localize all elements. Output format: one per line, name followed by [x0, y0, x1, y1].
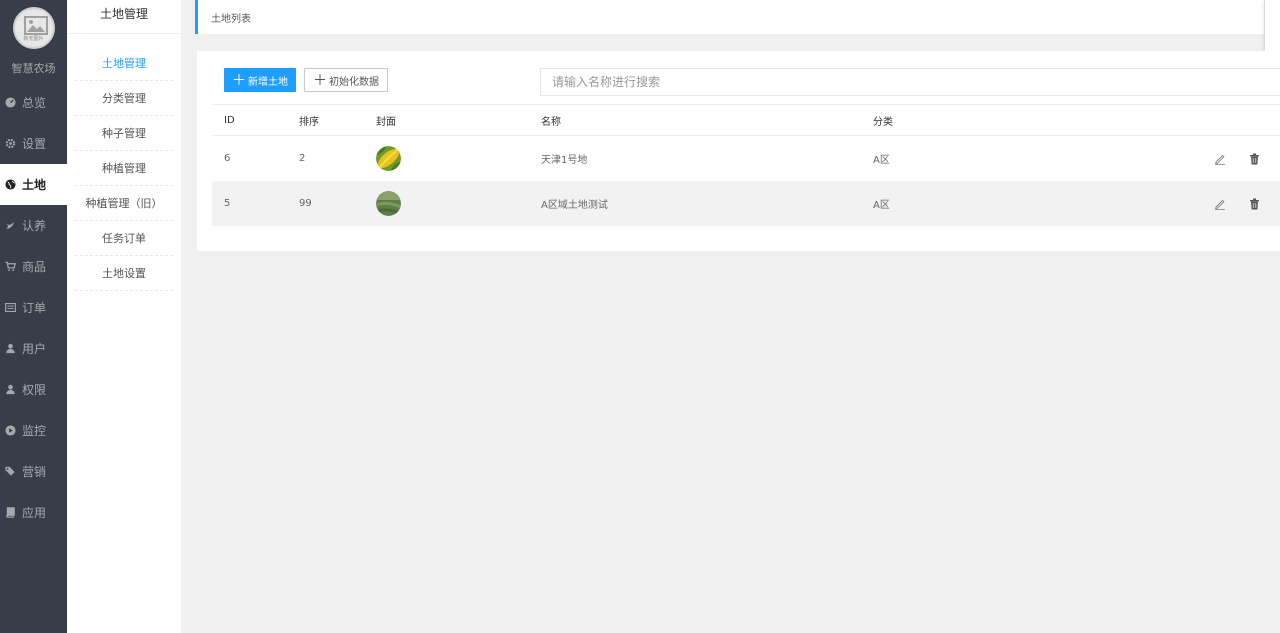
- nav-label: 权限: [22, 383, 47, 397]
- play-icon: [4, 425, 16, 437]
- cover-thumbnail[interactable]: [376, 191, 401, 219]
- sub-sidebar: 土地管理 土地管理 分类管理 种子管理 种植管理 种植管理（旧） 任务订单 土地…: [67, 0, 181, 633]
- breadcrumb-text: 土地列表: [211, 14, 251, 25]
- cell-sort: 99: [299, 198, 312, 209]
- subnav-title: 土地管理: [67, 0, 181, 34]
- subnav-item-category-manage[interactable]: 分类管理: [75, 81, 173, 116]
- land-table: ID 排序 封面 名称 分类 6 2 天津1号地 A区 5 99 A区域土地测试…: [212, 104, 1280, 226]
- nav-item-goods[interactable]: 商品: [0, 246, 67, 287]
- delete-icon[interactable]: [1247, 197, 1261, 211]
- nav-item-orders[interactable]: 订单: [0, 287, 67, 328]
- nav-item-permissions[interactable]: 权限: [0, 369, 67, 410]
- cell-id: 5: [224, 198, 231, 209]
- cell-category: A区: [873, 155, 890, 166]
- row-actions: [1213, 152, 1261, 166]
- logo-area: 新无图片: [0, 0, 67, 56]
- init-data-label: 初始化数据: [329, 76, 379, 88]
- nav-label: 土地: [22, 178, 47, 192]
- globe-icon: [4, 179, 16, 191]
- cell-sort: 2: [299, 153, 306, 164]
- land-list-card: ＋ 新增土地 ＋ 初始化数据 ID 排序 封面 名称 分类 6 2: [197, 51, 1280, 251]
- cart-icon: [4, 261, 16, 273]
- subnav-item-land-manage[interactable]: 土地管理: [75, 46, 173, 81]
- table-row: 5 99 A区域土地测试 A区: [212, 181, 1280, 226]
- nav-label: 总览: [22, 96, 47, 110]
- nav-label: 订单: [22, 301, 47, 315]
- nav-item-land[interactable]: 土地: [0, 164, 67, 205]
- nav-label: 认养: [22, 219, 47, 233]
- subnav-item-land-settings[interactable]: 土地设置: [75, 256, 173, 291]
- top-right-panel[interactable]: [1264, 0, 1280, 55]
- edit-icon[interactable]: [1213, 152, 1227, 166]
- nav-item-settings[interactable]: 设置: [0, 123, 67, 164]
- bird-icon: [4, 220, 16, 232]
- table-row: 6 2 天津1号地 A区: [212, 136, 1280, 181]
- header-id: ID: [224, 114, 235, 126]
- nav-item-overview[interactable]: 总览: [0, 82, 67, 123]
- search-input[interactable]: [540, 68, 1280, 96]
- subnav-item-planting-manage-old[interactable]: 种植管理（旧）: [75, 186, 173, 221]
- nav-label: 营销: [22, 465, 47, 479]
- delete-icon[interactable]: [1247, 152, 1261, 166]
- user-icon: [4, 384, 16, 396]
- nav-label: 设置: [22, 137, 47, 151]
- subnav-item-planting-manage[interactable]: 种植管理: [75, 151, 173, 186]
- cell-category: A区: [873, 200, 890, 211]
- add-land-label: 新增土地: [248, 76, 288, 88]
- book-icon: [4, 507, 16, 519]
- header-category: 分类: [873, 116, 893, 128]
- user-icon: [4, 343, 16, 355]
- tags-icon: [4, 466, 16, 478]
- nav-label: 监控: [22, 424, 47, 438]
- logo-caption: 新无图片: [23, 36, 44, 42]
- header-sort: 排序: [299, 116, 319, 128]
- subnav-list: 土地管理 分类管理 种子管理 种植管理 种植管理（旧） 任务订单 土地设置: [67, 34, 181, 291]
- nav-item-apps[interactable]: 应用: [0, 492, 67, 533]
- gear-icon: [4, 138, 16, 150]
- nav-item-monitor[interactable]: 监控: [0, 410, 67, 451]
- plus-icon: ＋: [232, 73, 246, 89]
- cell-name: A区域土地测试: [541, 200, 608, 211]
- list-icon: [4, 302, 16, 314]
- table-header: ID 排序 封面 名称 分类: [212, 104, 1280, 136]
- init-data-button[interactable]: ＋ 初始化数据: [304, 68, 388, 92]
- row-actions: [1213, 197, 1261, 211]
- main-nav: 总览 设置 土地 认养 商品 订单 用户 权限 监控 营销 应用: [0, 82, 67, 533]
- add-land-button[interactable]: ＋ 新增土地: [224, 68, 296, 92]
- subnav-item-task-orders[interactable]: 任务订单: [75, 221, 173, 256]
- nav-label: 商品: [22, 260, 47, 274]
- edit-icon[interactable]: [1213, 197, 1227, 211]
- image-placeholder-icon: [23, 16, 48, 35]
- nav-item-users[interactable]: 用户: [0, 328, 67, 369]
- header-name: 名称: [541, 116, 561, 128]
- app-name: 智慧农场: [11, 62, 56, 75]
- dashboard-icon: [4, 97, 16, 109]
- logo-image[interactable]: 新无图片: [12, 7, 55, 49]
- cell-id: 6: [224, 153, 231, 164]
- nav-label: 应用: [22, 506, 47, 520]
- header-cover: 封面: [376, 116, 396, 128]
- main-sidebar: 新无图片 智慧农场 总览 设置 土地 认养 商品 订单 用户 权限 监控 营销 …: [0, 0, 67, 633]
- plus-icon: ＋: [313, 73, 327, 89]
- subnav-item-seed-manage[interactable]: 种子管理: [75, 116, 173, 151]
- breadcrumb: 土地列表: [195, 0, 1280, 34]
- nav-item-marketing[interactable]: 营销: [0, 451, 67, 492]
- nav-label: 用户: [22, 342, 47, 356]
- nav-item-adopt[interactable]: 认养: [0, 205, 67, 246]
- cover-thumbnail[interactable]: [376, 146, 401, 174]
- cell-name: 天津1号地: [541, 155, 588, 166]
